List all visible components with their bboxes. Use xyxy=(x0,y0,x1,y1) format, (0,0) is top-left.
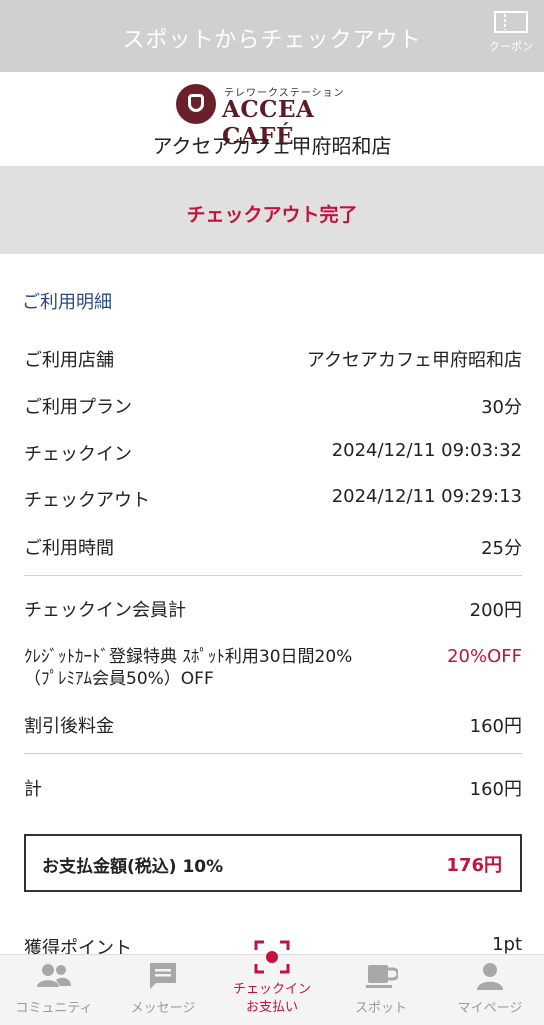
page-title: スポットからチェックアウト xyxy=(122,28,422,53)
checkout-complete-status: チェックアウト完了 xyxy=(186,204,358,226)
tab-label: スポット xyxy=(354,1001,407,1016)
accea-cafe-logo: テレワークステーション ACCEA CAFÉ xyxy=(176,84,376,150)
community-icon xyxy=(37,964,71,987)
detail-label: ご利用時間 xyxy=(24,538,114,559)
logo-mark-icon xyxy=(176,84,216,124)
person-icon xyxy=(477,963,503,990)
divider xyxy=(24,575,522,576)
detail-value: 2024/12/11 09:29:13 xyxy=(331,486,522,507)
coupon-label: クーポン xyxy=(489,40,533,53)
charge-label: 割引後料金 xyxy=(24,716,114,737)
tab-label: メッセージ xyxy=(130,1001,196,1016)
message-icon xyxy=(150,963,176,989)
charge-value: 160円 xyxy=(469,779,522,800)
discount-value: 20%OFF xyxy=(447,646,522,667)
tab-label: マイページ xyxy=(457,1001,523,1016)
coupon-button[interactable]: クーポン xyxy=(486,10,536,54)
detail-label: ご利用店舗 xyxy=(24,350,114,371)
detail-value: アクセアカフェ甲府昭和店 xyxy=(306,350,522,371)
detail-value: 25分 xyxy=(481,538,522,559)
tab-spot[interactable]: スポット xyxy=(327,955,435,1025)
detail-label: ご利用プラン xyxy=(24,397,132,418)
detail-value: 2024/12/11 09:03:32 xyxy=(331,440,522,461)
detail-label: チェックイン xyxy=(24,444,132,465)
charge-label: 計 xyxy=(24,779,42,800)
detail-value: 30分 xyxy=(481,397,522,418)
divider xyxy=(24,753,522,754)
charge-value: 200円 xyxy=(469,600,522,621)
charge-label: チェックイン会員計 xyxy=(24,600,186,621)
tab-label: チェックイン お支払い xyxy=(232,982,311,1015)
section-title: ご利用明細 xyxy=(22,292,112,313)
scan-icon[interactable] xyxy=(254,940,290,974)
payment-total-label: お支払金額(税込) 10% xyxy=(42,857,224,877)
tab-mypage[interactable]: マイページ xyxy=(436,955,544,1025)
store-name: アクセアカフェ甲府昭和店 xyxy=(152,134,392,158)
coffee-icon xyxy=(366,965,398,988)
coupon-icon xyxy=(494,11,528,33)
points-value: 1pt xyxy=(492,934,522,955)
tab-label: コミュニティ xyxy=(15,1001,93,1016)
payment-total-value: 176円 xyxy=(446,855,502,876)
charge-value: 160円 xyxy=(469,716,522,737)
discount-label: ｸﾚｼﾞｯﾄｶｰﾄﾞ登録特典 ｽﾎﾟｯﾄ利用30日間20%（ﾌﾟﾚﾐｱﾑ会員50… xyxy=(24,647,353,689)
app-header: スポットからチェックアウト クーポン xyxy=(0,0,544,72)
detail-label: チェックアウト xyxy=(24,490,150,511)
tab-message[interactable]: メッセージ xyxy=(109,955,217,1025)
tab-community[interactable]: コミュニティ xyxy=(0,955,108,1025)
payment-total-box: お支払金額(税込) 10% 176円 xyxy=(24,834,522,892)
